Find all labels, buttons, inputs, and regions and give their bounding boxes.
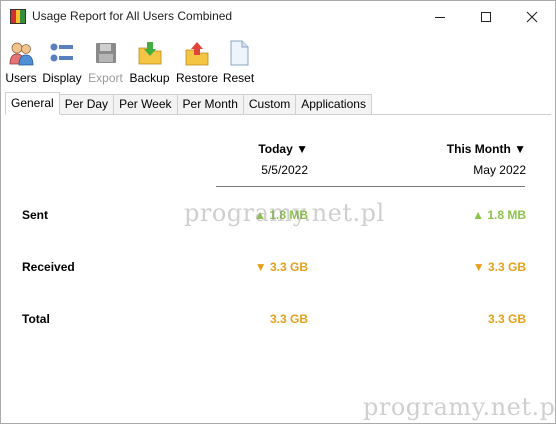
received-label: Received [22, 260, 75, 274]
total-month-value: 3.3 GB [487, 312, 526, 326]
tab-per-week[interactable]: Per Week [114, 94, 178, 115]
backup-folder-icon [136, 39, 164, 67]
backup-button[interactable]: Backup [129, 35, 170, 85]
tab-custom[interactable]: Custom [243, 94, 297, 115]
blank-document-icon [225, 39, 253, 67]
watermark-center: programy.net.pl [184, 199, 385, 227]
maximize-button[interactable] [463, 1, 509, 32]
export-button[interactable]: Export [87, 35, 124, 85]
received-month-value: ▼ 3.3 GB [472, 260, 526, 274]
app-icon [10, 9, 26, 24]
maximize-icon [481, 11, 491, 22]
minimize-icon [435, 16, 445, 18]
close-button[interactable] [509, 1, 555, 32]
total-label: Total [22, 312, 50, 326]
users-button[interactable]: Users [5, 35, 37, 85]
export-label: Export [88, 71, 123, 85]
restore-folder-icon [183, 39, 211, 67]
display-button[interactable]: Display [42, 35, 82, 85]
sent-month-value: ▲ 1.8 MB [472, 208, 526, 222]
window-title: Usage Report for All Users Combined [32, 9, 233, 23]
watermark-bottom: programy.net.pl [363, 393, 556, 421]
received-today-value: ▼ 3.3 GB [254, 260, 308, 274]
save-disk-icon [92, 39, 120, 67]
tab-per-month[interactable]: Per Month [177, 94, 244, 115]
tab-general[interactable]: General [5, 92, 60, 115]
restore-label: Restore [175, 71, 219, 85]
tab-per-day[interactable]: Per Day [59, 94, 115, 115]
users-label: Users [5, 71, 37, 85]
display-label: Display [42, 71, 82, 85]
reset-button[interactable]: Reset [223, 35, 254, 85]
title-bar[interactable]: Usage Report for All Users Combined [1, 1, 555, 32]
header-separator [216, 186, 525, 187]
tab-strip: General Per Day Per Week Per Month Custo… [5, 92, 372, 115]
today-column-header[interactable]: Today ▼ [258, 142, 308, 156]
app-window: Usage Report for All Users Combined User… [0, 0, 556, 424]
restore-button[interactable]: Restore [175, 35, 219, 85]
this-month-column-header[interactable]: This Month ▼ [447, 142, 526, 156]
backup-label: Backup [129, 71, 170, 85]
reset-label: Reset [222, 71, 255, 85]
total-today-value: 3.3 GB [269, 312, 308, 326]
minimize-button[interactable] [417, 1, 463, 32]
this-month-date: May 2022 [473, 163, 526, 177]
display-list-icon [48, 39, 76, 67]
users-icon [7, 39, 35, 67]
toolbar: Users Display Export Backup Restore Rese… [1, 35, 555, 85]
today-date: 5/5/2022 [261, 163, 308, 177]
sent-label: Sent [22, 208, 49, 222]
close-icon [526, 11, 538, 22]
tab-applications[interactable]: Applications [296, 94, 372, 115]
